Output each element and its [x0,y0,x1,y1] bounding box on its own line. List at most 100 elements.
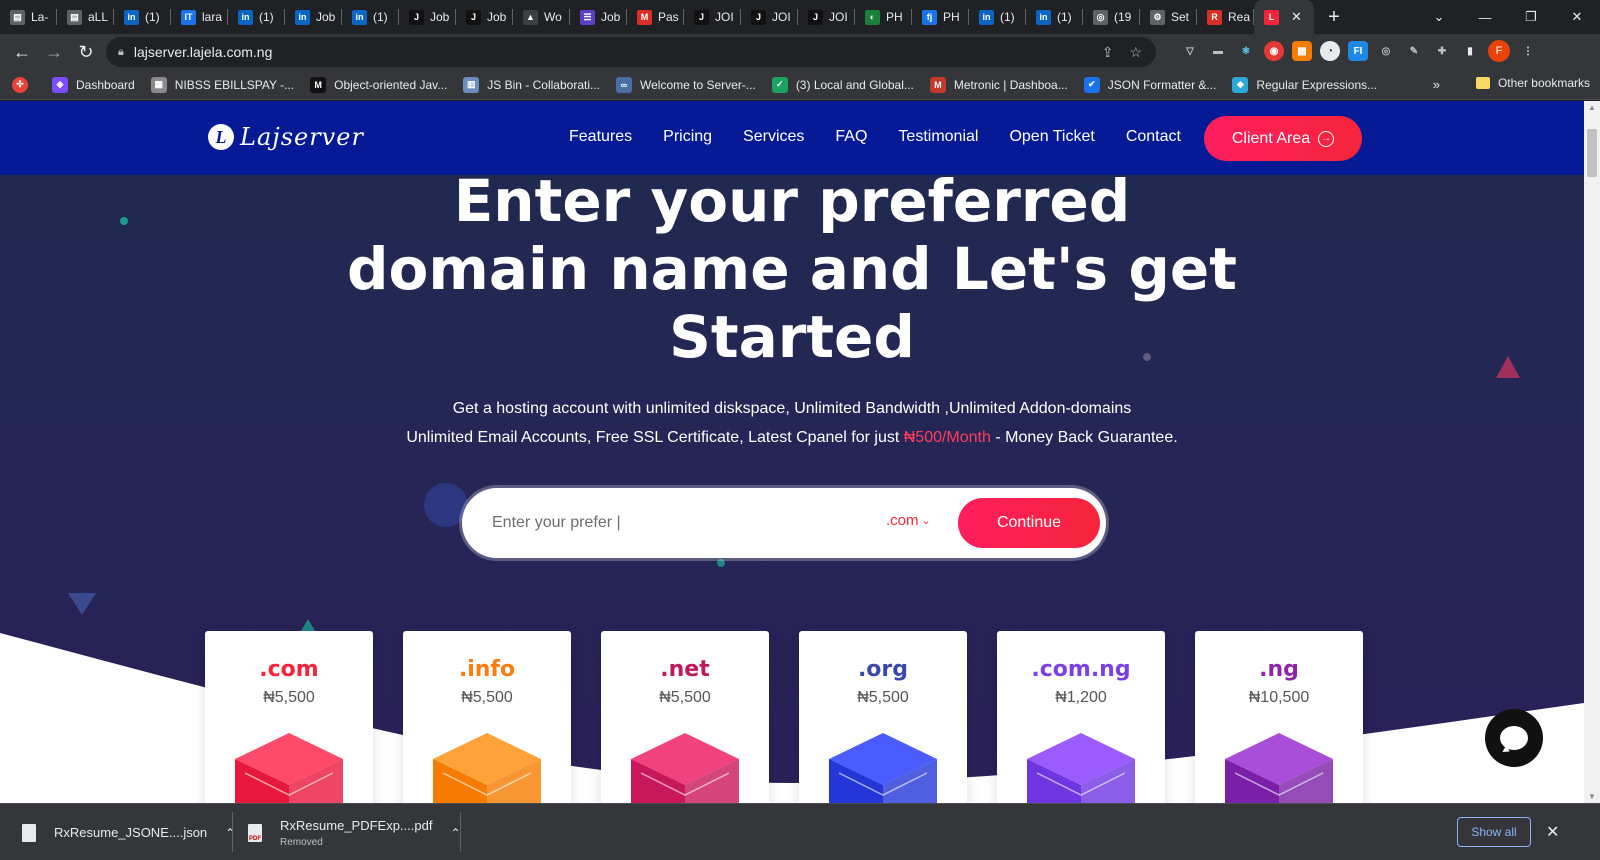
tab[interactable]: J Job [399,0,456,34]
tab[interactable]: R Rea [1197,0,1254,34]
redux-icon[interactable]: ◉ [1264,41,1284,61]
chevron-up-icon[interactable]: ⌃ [225,826,235,840]
profile-avatar[interactable]: F [1488,40,1510,62]
tab[interactable]: ☰ Job [570,0,627,34]
nav-link-testimonial[interactable]: Testimonial [898,128,978,146]
tab[interactable]: fj PH [912,0,969,34]
bookmark-item[interactable]: ◆ Regular Expressions... [1232,76,1377,93]
tab-favicon-icon: J [466,9,481,25]
nav-link-features[interactable]: Features [569,128,632,146]
eyedropper-icon[interactable]: ✎ [1404,41,1424,61]
tld-select[interactable]: .com ⌄ [886,512,931,529]
address-bar[interactable]: 🔒︎ lajserver.lajela.com.ng ⇪ ☆ [106,37,1156,67]
tab[interactable]: in (1) [114,0,171,34]
tab[interactable]: ▲ Wo [513,0,570,34]
site-logo[interactable]: L Lajserver [208,123,364,151]
tab[interactable]: in (1) [1026,0,1083,34]
bookmark-item[interactable]: ◈ Dashboard [52,76,135,93]
timer-icon[interactable]: ◔ [1320,41,1340,61]
menu-kebab-icon[interactable]: ⋮ [1518,41,1538,61]
bookmark-item[interactable]: ∞ Welcome to Server-... [616,76,756,93]
chat-widget-button[interactable] [1485,709,1543,767]
tab[interactable]: IT lara [171,0,228,34]
tab-label: Pas [658,10,679,24]
download-item[interactable]: RxResume_JSONE....json ⌃ [22,804,235,860]
fi-extension-icon[interactable]: FI [1348,41,1368,61]
back-icon[interactable]: ← [6,36,38,68]
nav-link-services[interactable]: Services [743,128,804,146]
new-tab-button[interactable]: + [1314,6,1354,29]
bookmark-item[interactable]: M Object-oriented Jav... [310,76,447,93]
vue-devtools-icon[interactable]: ▽ [1180,41,1200,61]
bookmarks-overflow-icon[interactable]: » [1433,77,1440,92]
tab[interactable]: ⚙ Set [1140,0,1197,34]
domain-card[interactable]: .org ₦5,500 [799,631,967,803]
tab[interactable]: in Job [285,0,342,34]
domain-search-input[interactable] [492,510,872,536]
bookmark-star-icon[interactable]: ☆ [1129,44,1142,61]
puzzle-icon[interactable]: ✚ [1432,41,1452,61]
share-icon[interactable]: ⇪ [1102,44,1114,61]
bookmark-favicon-icon: ✓ [771,76,788,93]
tab[interactable]: J JOI [798,0,855,34]
bookmark-item[interactable]: ▥ JS Bin - Collaborati... [463,76,600,93]
domain-card[interactable]: .com.ng ₦1,200 [997,631,1165,803]
close-icon[interactable]: ✕ [1546,822,1559,842]
folder-icon [1475,77,1490,89]
minimize-button[interactable]: — [1462,10,1508,25]
reload-icon[interactable]: ↻ [70,36,102,68]
apps-icon[interactable]: ✣ [12,76,36,93]
tab-search-icon[interactable]: ⌄ [1416,9,1462,25]
bookmark-label: Metronic | Dashboa... [953,77,1068,92]
continue-button[interactable]: Continue [958,498,1100,548]
tab[interactable]: in (1) [969,0,1026,34]
chevron-up-icon[interactable]: ⌃ [450,826,460,840]
nav-link-contact[interactable]: Contact [1126,128,1181,146]
scrollbar-thumb[interactable] [1587,129,1597,177]
nav-link-pricing[interactable]: Pricing [663,128,712,146]
nav-link-open-ticket[interactable]: Open Ticket [1009,128,1094,146]
tab[interactable]: J Job [456,0,513,34]
react-devtools-icon[interactable]: ⚛ [1236,41,1256,61]
tab[interactable]: ◐ PH [855,0,912,34]
domain-price: ₦10,500 [1248,689,1310,706]
pdf-file-icon: PDF [248,823,262,842]
off-extension-icon[interactable]: ▦ [1292,41,1312,61]
nav-link-faq[interactable]: FAQ [835,128,867,146]
scroll-down-icon[interactable]: ▼ [1588,792,1596,801]
domain-card[interactable]: .net ₦5,500 [601,631,769,803]
bookmark-item[interactable]: ✔ JSON Formatter &... [1083,76,1216,93]
scroll-up-icon[interactable]: ▲ [1588,103,1596,112]
tab[interactable]: M Pas [627,0,684,34]
extension-icon[interactable]: ▬ [1208,41,1228,61]
tab-active[interactable]: L ✕ [1254,0,1314,34]
tab-close-icon[interactable]: ✕ [1291,9,1302,25]
lock-icon[interactable]: 🔒︎ [118,46,124,59]
domain-card[interactable]: .ng ₦10,500 [1195,631,1363,803]
tab[interactable]: ▤ aLL [57,0,114,34]
show-all-button[interactable]: Show all [1457,817,1531,847]
bookmark-item[interactable]: ▦ NIBSS EBILLSPAY -... [150,76,294,93]
url-text[interactable]: lajserver.lajela.com.ng [134,44,273,60]
tab[interactable]: J JOI [741,0,798,34]
domain-card[interactable]: .com ₦5,500 [205,631,373,803]
page-scrollbar[interactable]: ▲ ▼ [1584,101,1600,803]
tab[interactable]: J JOI [684,0,741,34]
restore-button[interactable]: ❐ [1508,9,1554,25]
domain-tld: .com.ng [1031,657,1131,682]
sidepanel-icon[interactable]: ▮ [1460,41,1480,61]
target-icon[interactable]: ◎ [1376,41,1396,61]
tab[interactable]: in (1) [342,0,399,34]
tab[interactable]: ▤ La- [0,0,57,34]
domain-tld: .info [458,657,516,682]
download-item[interactable]: PDF RxResume_PDFExp....pdf Removed ⌃ [248,804,461,860]
bookmark-item[interactable]: M Metronic | Dashboa... [929,76,1068,93]
tab[interactable]: in (1) [228,0,285,34]
domain-card[interactable]: .info ₦5,500 [403,631,571,803]
client-area-button[interactable]: Client Area → [1204,116,1362,161]
window-close-button[interactable]: ✕ [1554,9,1600,25]
forward-icon[interactable]: → [38,36,70,68]
tab[interactable]: ◎ (19 [1083,0,1140,34]
bookmark-item[interactable]: ✓ (3) Local and Global... [771,76,914,93]
other-bookmarks[interactable]: Other bookmarks [1475,76,1590,90]
